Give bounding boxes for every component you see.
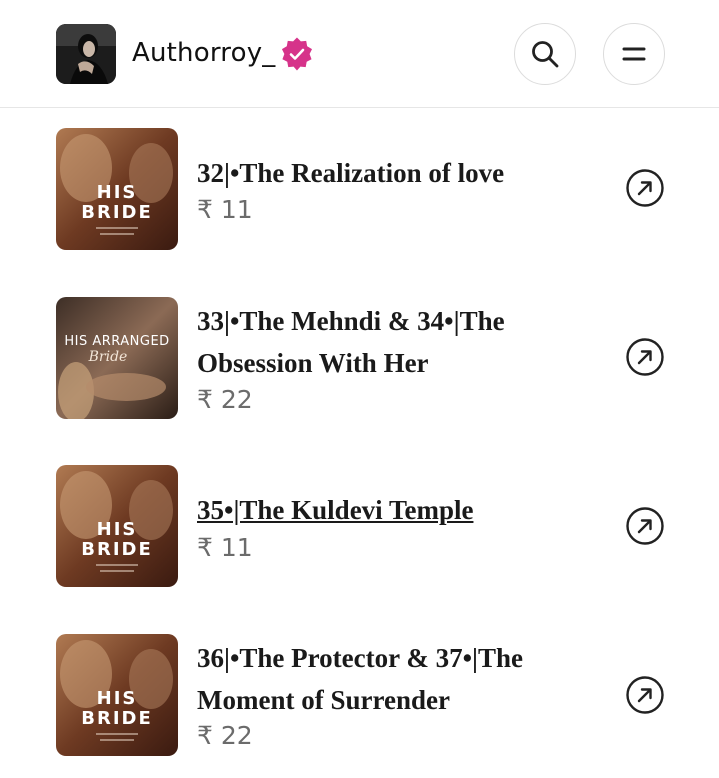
svg-text:HIS: HIS xyxy=(97,182,138,203)
open-arrow-icon[interactable] xyxy=(625,337,665,377)
search-icon xyxy=(532,41,559,68)
svg-text:HIS ARRANGED: HIS ARRANGED xyxy=(64,334,169,349)
episode-title[interactable]: 35•|The Kuldevi Temple xyxy=(197,489,577,531)
episode-title[interactable]: 36|•The Protector & 37•|The Moment of Su… xyxy=(197,637,577,721)
episode-price: ₹ 22 xyxy=(197,721,253,750)
verified-badge-icon xyxy=(281,37,313,71)
menu-button[interactable] xyxy=(603,23,665,85)
author-username[interactable]: Authorroy_ xyxy=(132,38,276,68)
episode-price: ₹ 11 xyxy=(197,533,253,562)
episode-cover: HIS BRIDE xyxy=(56,465,178,587)
search-button[interactable] xyxy=(514,23,576,85)
open-arrow-icon[interactable] xyxy=(625,168,665,208)
open-arrow-icon[interactable] xyxy=(625,506,665,546)
svg-text:BRIDE: BRIDE xyxy=(81,202,153,223)
episode-title[interactable]: 33|•The Mehndi & 34•|The Obsession With … xyxy=(197,300,577,384)
svg-text:HIS: HIS xyxy=(97,519,138,540)
episode-cover: HIS BRIDE xyxy=(56,634,178,756)
menu-icon xyxy=(622,47,646,61)
episode-title[interactable]: 32|•The Realization of love xyxy=(197,152,577,194)
svg-text:BRIDE: BRIDE xyxy=(81,539,153,560)
open-arrow-icon[interactable] xyxy=(625,675,665,715)
top-bar: Authorroy_ xyxy=(0,0,719,108)
episode-price: ₹ 11 xyxy=(197,195,253,224)
svg-text:Bride: Bride xyxy=(88,349,128,365)
svg-text:HIS: HIS xyxy=(97,688,138,709)
episode-price: ₹ 22 xyxy=(197,385,253,414)
author-avatar[interactable] xyxy=(56,24,116,84)
episode-cover: HIS BRIDE xyxy=(56,128,178,250)
episode-cover: HIS ARRANGED Bride xyxy=(56,297,178,419)
svg-text:BRIDE: BRIDE xyxy=(81,708,153,729)
